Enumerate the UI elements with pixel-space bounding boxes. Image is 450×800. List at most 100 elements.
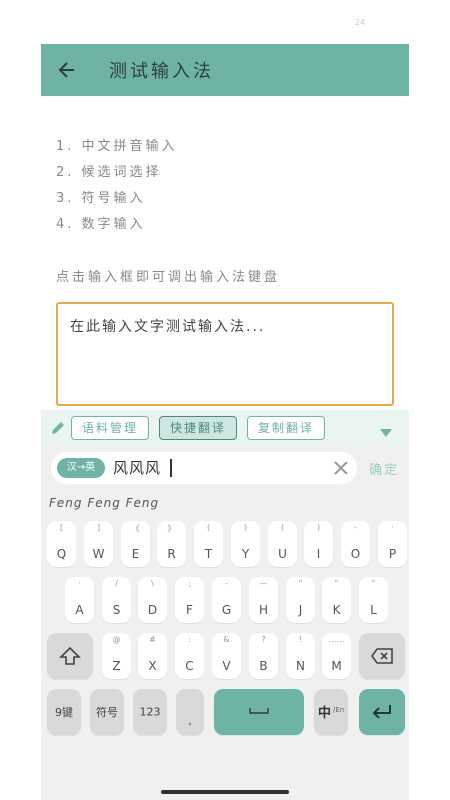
collapse-keyboard-button[interactable] <box>379 423 393 442</box>
key-letter: D <box>147 603 158 617</box>
backspace-key[interactable] <box>359 633 405 679</box>
key-m[interactable]: …… M <box>322 633 351 679</box>
home-indicator[interactable] <box>161 790 289 794</box>
key-letter: G <box>221 603 232 617</box>
key-l[interactable]: " L <box>359 577 388 623</box>
key-p[interactable]: · P <box>378 521 407 567</box>
shift-key[interactable] <box>47 633 93 679</box>
key-letter: L <box>370 603 377 617</box>
key-r[interactable]: 》 R <box>157 521 186 567</box>
copy-translation-button[interactable]: 复制翻译 <box>247 416 326 440</box>
key-c[interactable]: :C <box>175 633 204 679</box>
key-letter: Z <box>112 659 121 673</box>
pinyin-candidate[interactable]: Feng Feng Feng <box>49 496 159 510</box>
translate-bar: 汉→英 风风风 确定 <box>51 452 399 484</box>
key-g[interactable]: -G <box>212 577 241 623</box>
comma-key[interactable]: , <box>176 689 204 735</box>
key-symbol: " <box>371 579 376 588</box>
page-title: 测试输入法 <box>109 61 214 82</box>
key-symbol: [ <box>59 523 64 532</box>
backspace-icon <box>371 648 393 664</box>
space-key[interactable] <box>214 689 304 735</box>
key-d[interactable]: \ D <box>138 577 167 623</box>
key-i[interactable]: ) I <box>304 521 333 567</box>
key-t[interactable]: (T <box>194 521 223 567</box>
enter-key[interactable] <box>359 689 405 735</box>
translate-input[interactable]: 汉→英 风风风 <box>51 452 357 484</box>
key-letter: C <box>185 659 194 673</box>
close-icon <box>334 461 348 475</box>
feature-item: 2. 候选词选择 <box>56 165 162 180</box>
key-q[interactable]: [Q <box>47 521 76 567</box>
enter-arrow-icon <box>372 705 391 719</box>
key-symbol: " <box>298 579 303 588</box>
key-letter: O <box>350 547 361 561</box>
language-sub-label: /En <box>333 706 345 714</box>
key-symbol: \ <box>151 579 154 588</box>
key-symbol: 《 <box>131 524 140 533</box>
key-a[interactable]: · A <box>65 577 94 623</box>
input-hint: 点击输入框即可调出输入法键盘 <box>56 270 281 285</box>
back-button[interactable] <box>41 44 93 96</box>
corpus-manage-button[interactable]: 语料管理 <box>71 416 150 440</box>
key-symbol: ; <box>188 579 191 588</box>
key-symbol: @ <box>112 635 121 644</box>
shift-arrow-icon <box>59 646 81 665</box>
key-letter: P <box>388 547 397 561</box>
key-symbol: & <box>223 635 230 644</box>
key-y[interactable]: ) Y <box>231 521 260 567</box>
key-z[interactable]: @ Z <box>102 633 131 679</box>
keyboard: 汉→英 风风风 确定 Feng Feng Feng [Q ] W 《 E 》 R (T… <box>41 446 409 800</box>
pencil-button[interactable] <box>45 420 71 436</box>
text-input-placeholder: 在此输入文字测试输入法... <box>70 319 266 335</box>
key-k[interactable]: " K <box>322 577 351 623</box>
key-n[interactable]: ! N <box>286 633 315 679</box>
quick-translate-button[interactable]: 快捷翻译 <box>159 416 238 440</box>
key-f[interactable]: ; F <box>175 577 204 623</box>
confirm-button[interactable]: 确定 <box>369 459 399 478</box>
key-letter: W <box>92 547 105 561</box>
translate-direction-badge[interactable]: 汉→英 <box>57 458 105 478</box>
key-symbol: ( <box>280 523 285 532</box>
key-symbol: ? <box>261 635 266 644</box>
language-toggle-key[interactable]: 中 /En <box>314 689 348 735</box>
key-letter: S <box>112 603 121 617</box>
key-v[interactable]: & V <box>212 633 241 679</box>
key-b[interactable]: ? B <box>249 633 278 679</box>
key-letter: B <box>259 659 268 673</box>
nine-key-layout-button[interactable]: 9键 <box>47 689 81 735</box>
key-symbol: …… <box>328 635 345 644</box>
key-o[interactable]: -O <box>341 521 370 567</box>
number-key[interactable]: 123 <box>133 689 167 735</box>
key-letter: M <box>331 659 342 673</box>
key-w[interactable]: ] W <box>84 521 113 567</box>
key-letter: N <box>296 659 305 673</box>
key-symbol: 》 <box>167 524 176 533</box>
key-letter: T <box>204 547 213 561</box>
key-letter: Q <box>56 547 67 561</box>
key-symbol: · <box>391 523 394 532</box>
key-letter: H <box>258 603 269 617</box>
app-bar: 测试输入法 <box>41 44 409 96</box>
key-u[interactable]: (U <box>268 521 297 567</box>
key-s[interactable]: / S <box>102 577 131 623</box>
pencil-icon <box>52 422 64 434</box>
key-x[interactable]: # X <box>138 633 167 679</box>
text-input[interactable]: 在此输入文字测试输入法... <box>56 302 394 406</box>
key-letter: Y <box>241 547 250 561</box>
key-e[interactable]: 《 E <box>121 521 150 567</box>
key-symbol: ) <box>243 523 248 532</box>
key-h[interactable]: — H <box>249 577 278 623</box>
key-letter: I <box>316 547 321 561</box>
clear-button[interactable] <box>333 460 349 480</box>
key-j[interactable]: " J <box>286 577 315 623</box>
key-symbol: ) <box>316 523 321 532</box>
key-symbol: · <box>78 579 81 588</box>
key-letter: K <box>332 603 341 617</box>
key-letter: E <box>131 547 140 561</box>
key-letter: V <box>222 659 231 673</box>
symbols-key[interactable]: 符号 <box>90 689 124 735</box>
text-caret <box>170 459 172 477</box>
key-letter: F <box>186 603 193 617</box>
key-symbol: ( <box>206 523 211 532</box>
